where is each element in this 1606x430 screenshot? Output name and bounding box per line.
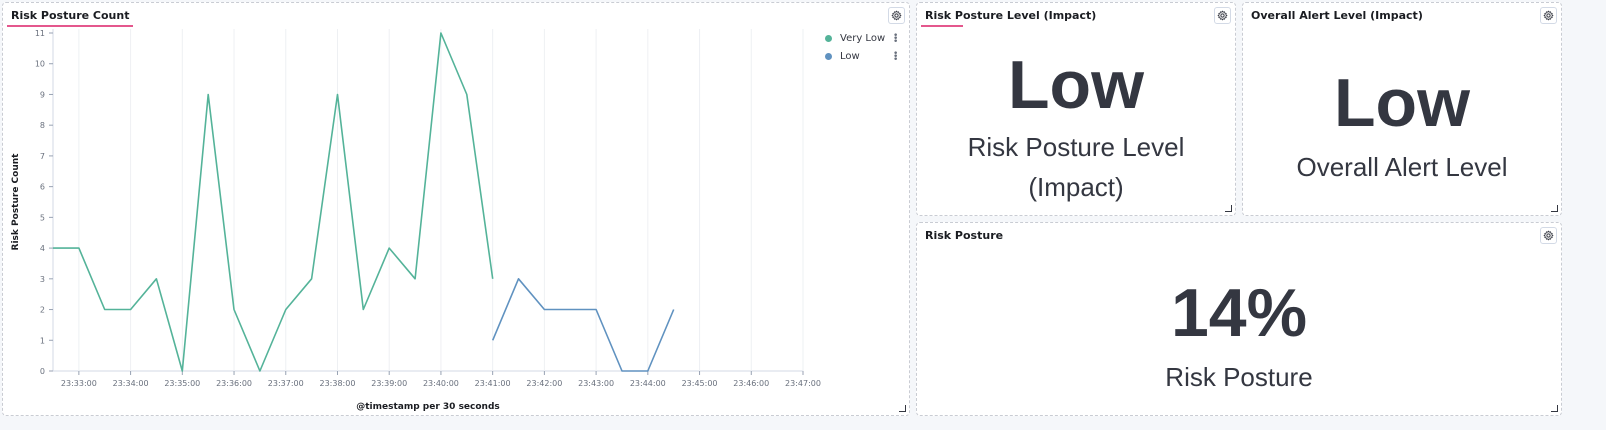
x-tick-label: 23:38:00 bbox=[320, 379, 356, 388]
panel-risk-posture-level: Risk Posture Level (Impact) Low Risk Pos… bbox=[916, 2, 1236, 216]
y-tick-label: 9 bbox=[40, 90, 45, 99]
legend-item-low[interactable]: Low bbox=[825, 51, 860, 62]
legend-label: Very Low bbox=[840, 33, 886, 44]
gear-icon bbox=[1543, 230, 1554, 241]
metric-label: Risk Posture bbox=[1165, 362, 1313, 392]
legend-options-icon[interactable]: • • • bbox=[893, 50, 898, 65]
metric-label-line1: Risk Posture Level bbox=[967, 132, 1185, 162]
legend-dot-icon bbox=[825, 35, 832, 42]
panel-risk-posture-count: Risk Posture Count 23:33:00 23:34:00 23:35… bbox=[2, 2, 910, 416]
y-tick-label: 4 bbox=[40, 244, 45, 253]
resize-handle-icon[interactable] bbox=[1225, 205, 1232, 212]
x-tick-label: 23:47:00 bbox=[785, 379, 821, 388]
legend-options-icon[interactable]: • • • bbox=[893, 32, 898, 47]
panel-options-button[interactable] bbox=[1540, 227, 1557, 244]
x-tick-label: 23:40:00 bbox=[423, 379, 459, 388]
panel-options-button[interactable] bbox=[1540, 7, 1557, 24]
panel-title: Risk Posture bbox=[925, 229, 1004, 242]
x-tick-label: 23:36:00 bbox=[216, 379, 252, 388]
y-tick-label: 6 bbox=[40, 183, 45, 192]
legend-label: Low bbox=[840, 51, 860, 62]
x-tick-label: 23:42:00 bbox=[526, 379, 562, 388]
line-chart: 23:33:00 23:34:00 23:35:00 23:36:00 23:37:00… bbox=[11, 29, 821, 412]
panel-title: Risk Posture Level (Impact) bbox=[925, 9, 1097, 22]
y-tick-label: 8 bbox=[40, 121, 45, 130]
x-tick-label: 23:37:00 bbox=[268, 379, 304, 388]
resize-handle-icon[interactable] bbox=[1551, 205, 1558, 212]
x-tick-label: 23:46:00 bbox=[733, 379, 769, 388]
legend-dot-icon bbox=[825, 53, 832, 60]
y-tick-label: 5 bbox=[40, 213, 45, 222]
panel-risk-posture: Risk Posture 14% Risk Posture bbox=[916, 222, 1562, 416]
x-axis-title: @timestamp per 30 seconds bbox=[356, 402, 500, 412]
y-tick-label: 0 bbox=[40, 367, 45, 376]
y-tick-label: 10 bbox=[35, 60, 45, 69]
metric-value: Low bbox=[1334, 65, 1470, 141]
legend-item-very-low[interactable]: Very Low bbox=[825, 33, 885, 44]
x-tick-label: 23:45:00 bbox=[682, 379, 718, 388]
metric-label-line2: (Impact) bbox=[1028, 172, 1124, 202]
panel-title-underline bbox=[921, 25, 963, 27]
dashboard: Risk Posture Count 23:33:00 23:34:00 23:35… bbox=[0, 0, 1606, 430]
x-tick-label: 23:35:00 bbox=[164, 379, 200, 388]
metric-value: Low bbox=[1008, 47, 1144, 123]
y-tick-label: 3 bbox=[40, 275, 45, 284]
x-tick-label: 23:39:00 bbox=[371, 379, 407, 388]
panel-overall-alert-level: Overall Alert Level (Impact) Low Overall… bbox=[1242, 2, 1562, 216]
gear-icon bbox=[1543, 10, 1554, 21]
x-tick-label: 23:43:00 bbox=[578, 379, 614, 388]
x-tick-label: 23:44:00 bbox=[630, 379, 666, 388]
y-tick-label: 2 bbox=[40, 306, 45, 315]
resize-handle-icon[interactable] bbox=[1551, 405, 1558, 412]
y-axis-title: Risk Posture Count bbox=[11, 153, 21, 251]
panel-options-button[interactable] bbox=[1214, 7, 1231, 24]
metric-value: 14% bbox=[1170, 275, 1308, 351]
y-tick-label: 7 bbox=[40, 152, 45, 161]
resize-handle-icon[interactable] bbox=[899, 405, 906, 412]
x-tick-label: 23:34:00 bbox=[113, 379, 149, 388]
x-tick-label: 23:41:00 bbox=[475, 379, 511, 388]
x-tick-label: 23:33:00 bbox=[61, 379, 97, 388]
y-tick-label: 1 bbox=[40, 336, 45, 345]
metric-label: Overall Alert Level bbox=[1296, 152, 1508, 182]
gear-icon bbox=[1217, 10, 1228, 21]
panel-title: Overall Alert Level (Impact) bbox=[1251, 9, 1423, 22]
series-line-low bbox=[491, 277, 675, 372]
y-tick-label: 11 bbox=[35, 29, 45, 38]
series-line-very-low bbox=[53, 32, 494, 372]
